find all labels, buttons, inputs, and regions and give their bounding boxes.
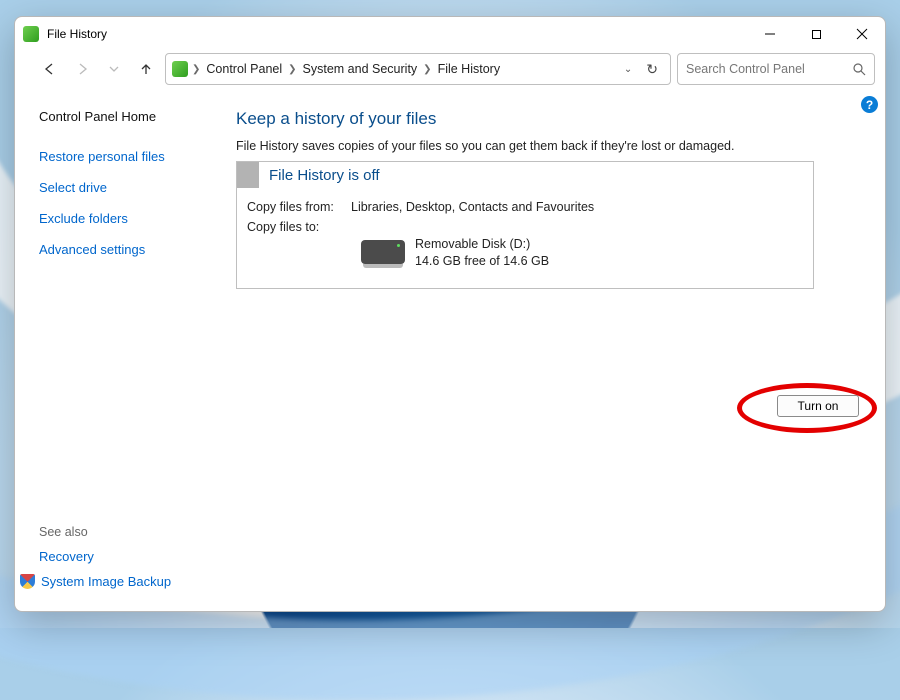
recovery-link[interactable]: Recovery bbox=[19, 549, 209, 564]
maximize-button[interactable] bbox=[793, 17, 839, 51]
chevron-down-icon[interactable]: ⌄ bbox=[624, 64, 632, 75]
close-button[interactable] bbox=[839, 17, 885, 51]
copy-from-value: Libraries, Desktop, Contacts and Favouri… bbox=[351, 200, 594, 214]
window-title: File History bbox=[47, 27, 107, 41]
see-also-section: See also Recovery System Image Backup bbox=[39, 525, 209, 599]
forward-button[interactable] bbox=[69, 55, 95, 83]
copy-from-label: Copy files from: bbox=[247, 200, 351, 214]
help-icon[interactable]: ? bbox=[861, 96, 878, 113]
breadcrumb-item[interactable]: System and Security bbox=[301, 62, 420, 76]
file-history-icon bbox=[23, 26, 39, 42]
page-description: File History saves copies of your files … bbox=[236, 139, 865, 153]
search-icon bbox=[852, 62, 866, 76]
file-history-window: File History ❯ Control Panel ❯ bbox=[14, 16, 886, 612]
status-box: File History is off Copy files from: Lib… bbox=[236, 161, 814, 289]
status-title: File History is off bbox=[259, 167, 380, 184]
copy-to-label: Copy files to: bbox=[247, 220, 351, 234]
page-heading: Keep a history of your files bbox=[236, 109, 865, 129]
recent-locations-button[interactable] bbox=[101, 55, 127, 83]
control-panel-icon bbox=[172, 61, 188, 77]
see-also-label: See also bbox=[39, 525, 209, 539]
minimize-button[interactable] bbox=[747, 17, 793, 51]
advanced-settings-link[interactable]: Advanced settings bbox=[39, 242, 208, 257]
exclude-folders-link[interactable]: Exclude folders bbox=[39, 211, 208, 226]
restore-personal-files-link[interactable]: Restore personal files bbox=[39, 149, 208, 164]
search-placeholder: Search Control Panel bbox=[686, 62, 805, 76]
address-bar[interactable]: ❯ Control Panel ❯ System and Security ❯ … bbox=[165, 53, 671, 85]
shield-icon bbox=[20, 574, 35, 589]
turn-on-button[interactable]: Turn on bbox=[777, 395, 859, 417]
navbar: ❯ Control Panel ❯ System and Security ❯ … bbox=[15, 51, 885, 93]
back-button[interactable] bbox=[37, 55, 63, 83]
up-button[interactable] bbox=[133, 55, 159, 83]
content: Keep a history of your files File Histor… bbox=[220, 93, 885, 611]
chevron-right-icon: ❯ bbox=[192, 64, 200, 75]
select-drive-link[interactable]: Select drive bbox=[39, 180, 208, 195]
breadcrumb-item[interactable]: File History bbox=[436, 62, 503, 76]
drive-free-space: 14.6 GB free of 14.6 GB bbox=[415, 253, 549, 270]
chevron-right-icon: ❯ bbox=[423, 64, 431, 75]
refresh-button[interactable]: ↻ bbox=[646, 61, 658, 78]
sidebar: Control Panel Home Restore personal file… bbox=[15, 93, 220, 611]
breadcrumb-item[interactable]: Control Panel bbox=[204, 62, 284, 76]
titlebar: File History bbox=[15, 17, 885, 51]
control-panel-home-link[interactable]: Control Panel Home bbox=[39, 109, 208, 124]
chevron-right-icon: ❯ bbox=[288, 64, 296, 75]
system-image-backup-link[interactable]: System Image Backup bbox=[19, 574, 209, 589]
drive-icon bbox=[361, 240, 405, 264]
search-box[interactable]: Search Control Panel bbox=[677, 53, 875, 85]
body: Control Panel Home Restore personal file… bbox=[15, 93, 885, 611]
status-swatch bbox=[237, 162, 259, 188]
drive-name: Removable Disk (D:) bbox=[415, 236, 549, 253]
